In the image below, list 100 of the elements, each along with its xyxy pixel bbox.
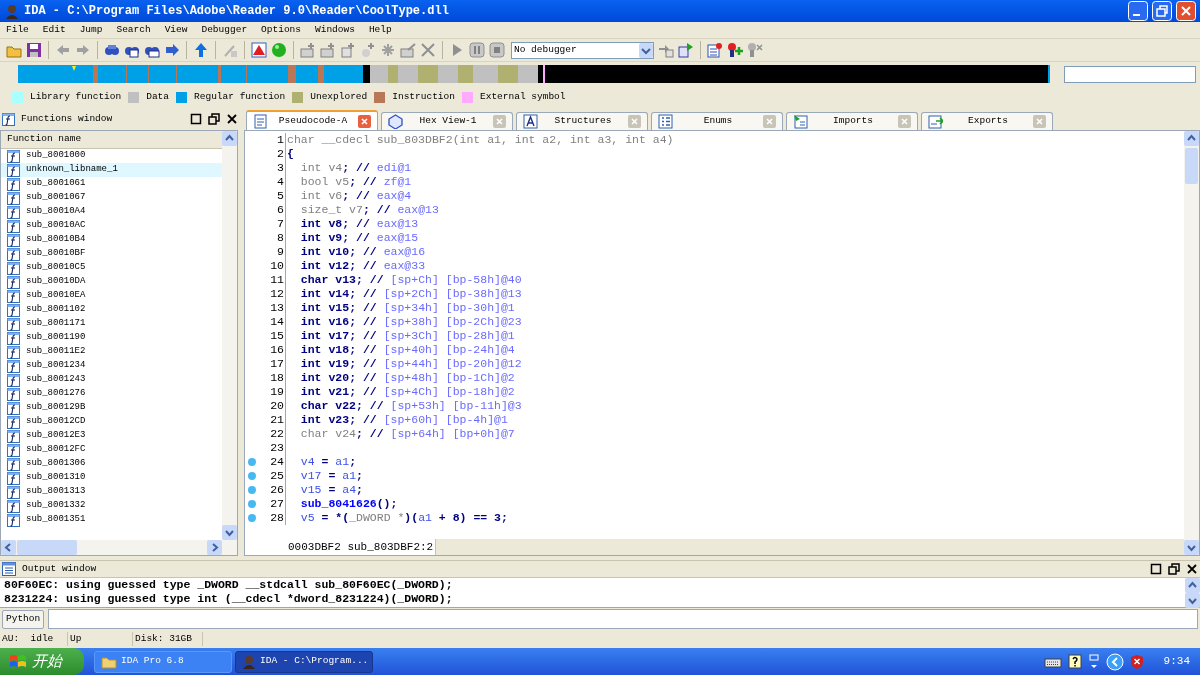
function-icon xyxy=(7,261,20,275)
scrollbar[interactable] xyxy=(1184,131,1199,555)
taskbar-button[interactable]: IDA Pro 6.8 xyxy=(94,650,232,673)
add-item-icon[interactable] xyxy=(340,42,356,58)
save-icon[interactable] xyxy=(26,42,42,58)
code-line: char v24; // [sp+64h] [bp+0h]@7 xyxy=(299,427,515,441)
help-icon[interactable] xyxy=(1067,653,1082,670)
scroll-thumb[interactable] xyxy=(1185,148,1198,184)
menu-item[interactable]: Jump xyxy=(79,22,103,38)
scrollbar[interactable] xyxy=(1185,578,1200,607)
restore-icon[interactable] xyxy=(1168,563,1180,575)
pause-icon[interactable] xyxy=(469,42,485,58)
tab-close-icon[interactable] xyxy=(358,114,371,128)
close-icon[interactable] xyxy=(226,113,238,125)
scroll-down-icon[interactable] xyxy=(222,525,237,540)
command-input-field[interactable] xyxy=(48,609,1198,629)
line-number: 15 xyxy=(270,329,284,343)
tab-close-icon[interactable] xyxy=(898,115,911,128)
function-row[interactable]: unknown_libname_1 xyxy=(1,163,222,177)
tab[interactable]: Pseudocode-A xyxy=(246,110,378,130)
menu-item[interactable]: Options xyxy=(261,22,301,38)
attach-icon[interactable] xyxy=(658,42,674,58)
windows-icon[interactable] xyxy=(1087,653,1100,670)
tab-close-icon[interactable] xyxy=(763,115,776,128)
scroll-down-icon[interactable] xyxy=(1185,593,1200,608)
up-arrow-icon[interactable] xyxy=(193,42,209,58)
menu-item[interactable]: Edit xyxy=(42,22,66,38)
menu-item[interactable]: Debugger xyxy=(201,22,248,38)
jump-arrow-icon[interactable] xyxy=(164,42,180,58)
tab[interactable]: Imports xyxy=(786,112,918,130)
column-header[interactable]: Function name xyxy=(1,131,222,149)
add-item-icon[interactable] xyxy=(320,42,336,58)
menu-item[interactable]: View xyxy=(164,22,188,38)
scroll-up-icon[interactable] xyxy=(1184,131,1199,146)
code-line: int v17; // [sp+3Ch] [bp-28h]@1 xyxy=(299,329,515,343)
line-number: 7 xyxy=(277,217,284,231)
output-line: 8231224: using guessed type int (__cdecl *dword_8231224)(_DWORD); xyxy=(4,592,454,606)
close-icon[interactable] xyxy=(1186,563,1198,575)
expand-tray-icon[interactable] xyxy=(1105,652,1124,671)
code-line: { xyxy=(286,147,294,161)
breakpoint-list-icon[interactable] xyxy=(707,42,723,58)
line-number: 8 xyxy=(277,231,284,245)
asterisk-icon[interactable] xyxy=(380,42,396,58)
status-text: Disk: 31GB xyxy=(133,631,203,647)
debugger-dropdown[interactable]: No debugger xyxy=(511,41,654,59)
binoculars-icon[interactable] xyxy=(104,42,120,58)
line-number: 21 xyxy=(270,413,284,427)
code-line: char v13; // [sp+Ch] [bp-58h]@40 xyxy=(299,273,522,287)
add-breakpoint-icon[interactable] xyxy=(727,42,743,58)
add-item-icon[interactable] xyxy=(360,42,376,58)
forward-arrow-icon[interactable] xyxy=(75,42,91,58)
stop-icon[interactable] xyxy=(489,42,505,58)
function-icon xyxy=(7,303,20,317)
code-line: size_t v7; // eax@13 xyxy=(299,203,439,217)
menu-item[interactable]: Search xyxy=(116,22,151,38)
edit-item-icon[interactable] xyxy=(400,42,416,58)
maximize-icon[interactable] xyxy=(190,113,202,125)
scroll-left-icon[interactable] xyxy=(1,540,16,555)
scroll-up-icon[interactable] xyxy=(1185,578,1200,593)
tab[interactable]: Exports xyxy=(921,112,1053,130)
list-window-icon xyxy=(2,562,16,576)
tab-close-icon[interactable] xyxy=(628,115,641,128)
function-icon xyxy=(7,499,20,513)
code-line: v5 = *(_DWORD *)(a1 + 8) == 3; xyxy=(299,511,508,525)
scrollbar[interactable] xyxy=(222,131,237,540)
tab[interactable]: Enums xyxy=(651,112,783,130)
warning-icon[interactable] xyxy=(251,42,267,58)
status-light-icon[interactable] xyxy=(271,42,287,58)
keyboard-icon[interactable] xyxy=(1043,655,1062,668)
tab[interactable]: Structures xyxy=(516,112,648,130)
tab-close-icon[interactable] xyxy=(493,115,506,128)
code-line: int v21; // [sp+4Ch] [bp-18h]@2 xyxy=(299,385,515,399)
code-line: int v10; // eax@16 xyxy=(299,245,426,259)
menu-item[interactable]: Help xyxy=(368,22,392,38)
function-icon xyxy=(7,443,20,457)
scroll-thumb[interactable] xyxy=(17,540,77,555)
python-button[interactable]: Python xyxy=(2,609,45,629)
function-icon xyxy=(2,112,15,126)
taskbar-button[interactable]: IDA - C:\Program... xyxy=(235,650,373,673)
restore-icon[interactable] xyxy=(208,113,220,125)
address-dropdown[interactable] xyxy=(1064,65,1196,83)
scroll-right-icon[interactable] xyxy=(207,540,222,555)
menu-item[interactable]: Windows xyxy=(315,22,355,38)
tab-close-icon[interactable] xyxy=(1033,115,1046,128)
scroll-up-icon[interactable] xyxy=(222,131,237,146)
menu-item[interactable]: File xyxy=(6,22,29,38)
minimize-icon[interactable] xyxy=(1128,1,1148,21)
maximize-icon[interactable] xyxy=(1150,563,1162,575)
line-number: 14 xyxy=(270,315,284,329)
scrollbar[interactable] xyxy=(1,540,237,555)
add-item-icon[interactable] xyxy=(300,42,316,58)
delete-icon[interactable] xyxy=(420,42,436,58)
clock: 9:34 xyxy=(1163,654,1190,670)
function-icon xyxy=(7,429,20,443)
shield-icon[interactable] xyxy=(1129,653,1144,670)
scroll-down-icon[interactable] xyxy=(1184,540,1199,555)
back-arrow-icon[interactable] xyxy=(55,42,71,58)
tab[interactable]: Hex View-1 xyxy=(381,112,513,130)
function-icon xyxy=(7,177,20,191)
run-to-icon[interactable] xyxy=(678,42,694,58)
